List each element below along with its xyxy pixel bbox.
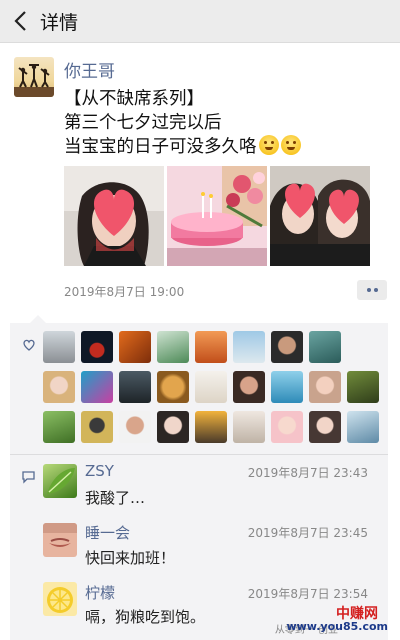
post-timestamp: 2019年8月7日 19:00 — [64, 285, 185, 299]
comment-time: 2019年8月7日 23:43 — [247, 466, 368, 480]
liker-avatar[interactable] — [157, 371, 189, 403]
photo-grid — [64, 166, 372, 266]
photo-cake-flowers[interactable] — [167, 166, 267, 266]
liker-avatar[interactable] — [195, 371, 227, 403]
comment-time: 2019年8月7日 23:45 — [247, 526, 368, 540]
photo-couple-hearts[interactable] — [270, 166, 370, 266]
comment-bubble-icon — [22, 471, 35, 484]
comment-text: 嗝，狗粮吃到饱。 — [85, 608, 206, 626]
liker-avatar[interactable] — [81, 411, 113, 443]
liker-avatar[interactable] — [347, 411, 379, 443]
liker-avatar[interactable] — [233, 331, 265, 363]
liker-avatar[interactable] — [157, 411, 189, 443]
post-line: 当宝宝的日子可没多久咯 — [64, 137, 257, 157]
liker-avatar[interactable] — [157, 331, 189, 363]
liker-avatar[interactable] — [43, 331, 75, 363]
comment-author[interactable]: 睡一会 — [85, 522, 130, 543]
liker-avatar[interactable] — [81, 371, 113, 403]
post-line-with-emoji: 当宝宝的日子可没多久咯 — [64, 135, 384, 159]
smile-emoji-icon — [258, 135, 279, 155]
comment-text: 我酸了… — [85, 489, 146, 507]
photo-girl-heart[interactable] — [64, 166, 164, 266]
liker-avatar[interactable] — [195, 331, 227, 363]
post-line: 【从不缺席系列】 — [64, 89, 204, 109]
liker-avatar[interactable] — [195, 411, 227, 443]
liker-avatar[interactable] — [347, 371, 379, 403]
liker-avatar[interactable] — [271, 331, 303, 363]
more-dots-icon[interactable] — [357, 280, 387, 300]
author-name[interactable]: 你王哥 — [64, 57, 115, 82]
comment-author[interactable]: ZSY — [85, 462, 114, 480]
comment-time: 2019年8月7日 23:54 — [247, 587, 368, 601]
liker-avatar[interactable] — [43, 411, 75, 443]
page-title: 详情 — [40, 12, 79, 34]
top-bar: 详情 — [0, 0, 400, 43]
post-text: 【从不缺席系列】 第三个七夕过完以后 当宝宝的日子可没多久咯 — [64, 87, 384, 159]
comment-text: 快回来加班！ — [85, 549, 176, 567]
liker-avatar[interactable] — [309, 331, 341, 363]
liker-avatar[interactable] — [43, 371, 75, 403]
comment-avatar-leaf[interactable] — [43, 464, 77, 498]
divider — [10, 454, 388, 455]
watermark: 中赚网 从零到一 创业 www.you85.com — [272, 603, 388, 637]
heart-outline-icon — [23, 339, 35, 351]
liker-avatar[interactable] — [119, 331, 151, 363]
liker-avatar[interactable] — [119, 371, 151, 403]
liker-avatar[interactable] — [309, 411, 341, 443]
liker-avatar[interactable] — [119, 411, 151, 443]
liker-avatar[interactable] — [81, 331, 113, 363]
chevron-left-icon[interactable] — [10, 8, 32, 34]
comment-avatar-lemon[interactable] — [43, 582, 77, 616]
comment-author[interactable]: 柠檬 — [85, 582, 115, 603]
smile-emoji-icon — [280, 135, 301, 155]
watermark-url: www.you85.com — [286, 620, 388, 633]
liker-avatar[interactable] — [233, 411, 265, 443]
comment-avatar-face[interactable] — [43, 523, 77, 557]
liker-avatar[interactable] — [271, 371, 303, 403]
liker-avatar[interactable] — [233, 371, 265, 403]
liker-avatar[interactable] — [271, 411, 303, 443]
author-avatar[interactable] — [14, 57, 54, 97]
post-line: 第三个七夕过完以后 — [64, 113, 222, 133]
liker-avatar[interactable] — [309, 371, 341, 403]
panel-arrow — [30, 315, 46, 323]
